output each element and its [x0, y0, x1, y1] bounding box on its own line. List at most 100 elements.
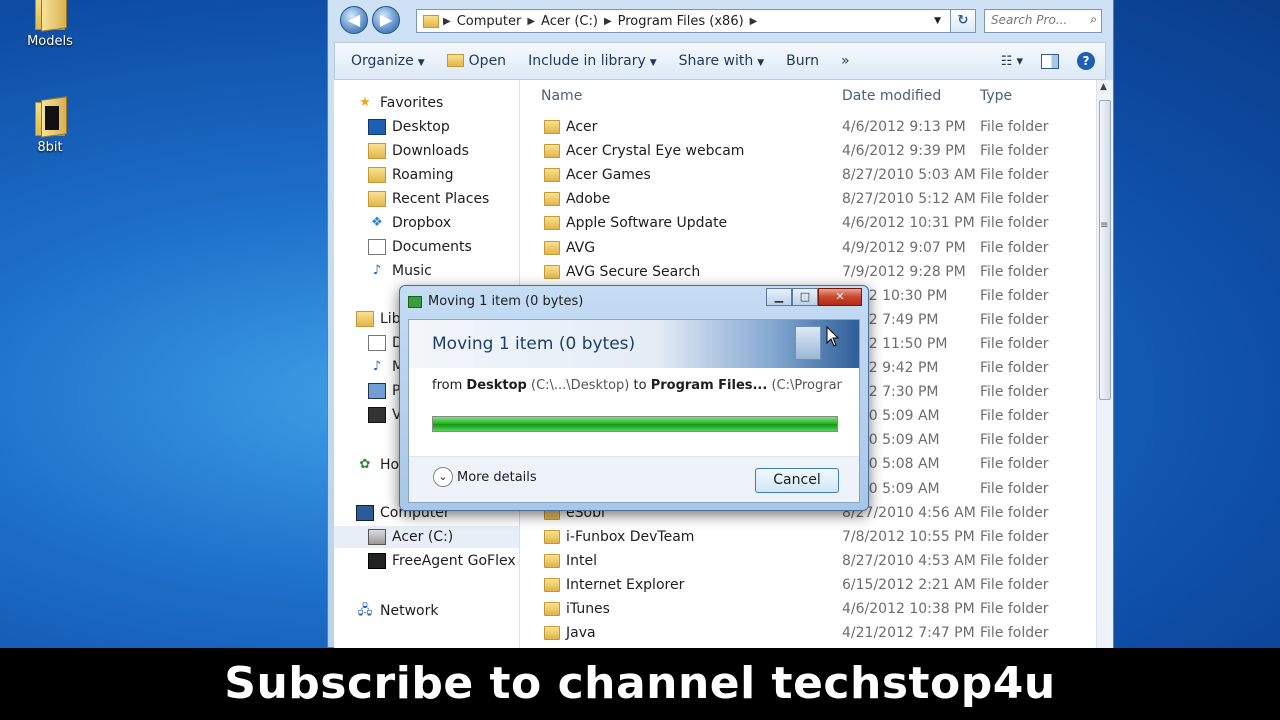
subscribe-banner: Subscribe to channel techstop4u — [0, 648, 1280, 720]
nav-recent-places[interactable]: Recent Places — [368, 188, 489, 210]
file-type: File folder — [980, 625, 1049, 642]
nav-music[interactable]: ♪ Music — [368, 260, 432, 282]
file-row[interactable]: AVG Secure Search 7/9/2012 9:28 PM File fo… — [520, 261, 1096, 285]
file-row[interactable]: Acer Games 8/27/2010 5:03 AM File folder — [520, 164, 1096, 188]
desktop-icon-models[interactable]: Models — [10, 0, 90, 49]
from-label: from — [432, 378, 463, 393]
nav-desktop[interactable]: Desktop — [368, 116, 450, 138]
desktop-icon-8bit[interactable]: 8bit — [10, 96, 90, 155]
downloads-folder-icon — [368, 143, 386, 159]
file-type: File folder — [980, 167, 1049, 184]
burn-button[interactable]: Burn — [775, 53, 830, 69]
star-icon: ★ — [359, 95, 371, 110]
organize-button[interactable]: Organize ▼ — [335, 53, 436, 69]
file-type: File folder — [980, 432, 1049, 449]
file-date: 8/27/2010 5:03 AM — [842, 167, 976, 184]
open-button[interactable]: Open — [436, 53, 517, 69]
file-name: AVG — [566, 239, 596, 256]
close-button[interactable]: ✕ — [818, 288, 862, 306]
folder-icon — [544, 216, 560, 231]
desktop-icon-label: 8bit — [37, 140, 63, 155]
include-in-library-button[interactable]: Include in library ▼ — [517, 53, 668, 69]
nav-library-documents[interactable]: D — [368, 332, 403, 354]
file-row[interactable]: Java 4/21/2012 7:47 PM File folder — [520, 622, 1096, 646]
minimize-button[interactable]: ▁ — [766, 288, 792, 306]
desktop-icon — [368, 119, 386, 135]
file-type: File folder — [980, 335, 1049, 352]
file-name: i-Funbox DevTeam — [566, 528, 695, 545]
nav-freeagent-drive[interactable]: FreeAgent GoFlex Dr — [368, 550, 519, 572]
folder-icon — [544, 120, 560, 134]
more-commands-button[interactable]: » — [830, 53, 861, 69]
destination-name[interactable]: Program Files... — [651, 378, 768, 393]
file-type: File folder — [980, 576, 1049, 593]
chevron-right-icon: ▶ — [603, 15, 612, 27]
scrollbar-thumb[interactable] — [1099, 100, 1111, 400]
progress-fill — [433, 417, 837, 431]
vertical-scrollbar[interactable]: ▲ ≡ — [1096, 80, 1113, 648]
back-button[interactable]: ◀ — [340, 6, 368, 34]
search-placeholder: Search Pro... — [991, 13, 1068, 27]
search-input[interactable]: Search Pro... ⌕ — [984, 9, 1102, 33]
chevron-down-icon[interactable]: ▼ — [934, 16, 941, 26]
homegroup-icon: ✿ — [359, 457, 371, 472]
file-type: File folder — [980, 552, 1049, 569]
banner-text: Subscribe to channel techstop4u — [224, 658, 1056, 709]
folder-icon — [423, 14, 439, 28]
dialog-footer: ⌄ More details Cancel — [409, 456, 859, 502]
scroll-up-icon[interactable]: ▲ — [1100, 82, 1107, 92]
refresh-button[interactable]: ↻ — [950, 9, 976, 33]
file-row[interactable]: i-Funbox DevTeam 7/8/2012 10:55 PM File fo… — [520, 526, 1096, 550]
nav-network[interactable]: 🖧 Network — [356, 600, 439, 622]
breadcrumb-drive[interactable]: Acer (C:) — [541, 14, 598, 29]
file-row[interactable]: Internet Explorer 6/15/2012 2:21 AM File f… — [520, 574, 1096, 598]
file-row[interactable]: iTunes 4/6/2012 10:38 PM File folder — [520, 598, 1096, 622]
file-row[interactable]: AVG 4/9/2012 9:07 PM File folder — [520, 237, 1096, 261]
transfer-description: from Desktop (C:\...\Desktop) to Program… — [432, 378, 842, 393]
file-operation-dialog: Moving 1 item (0 bytes) ▁ □ ✕ Moving 1 i… — [399, 285, 869, 511]
nav-favorites[interactable]: ★ Favorites — [356, 92, 443, 114]
nav-dropbox[interactable]: ❖ Dropbox — [368, 212, 451, 234]
chevron-right-icon: ▶ — [749, 15, 758, 27]
file-date: 7/8/2012 10:55 PM — [842, 528, 975, 545]
address-input[interactable]: ▶ Computer ▶ Acer (C:) ▶ Program Files (… — [416, 9, 976, 33]
chevron-down-icon: ▼ — [757, 58, 765, 68]
external-drive-icon — [368, 553, 386, 569]
music-icon: ♪ — [372, 263, 382, 278]
help-icon[interactable]: ? — [1077, 52, 1095, 70]
source-name[interactable]: Desktop — [466, 378, 526, 393]
file-row[interactable]: Apple Software Update 4/6/2012 10:31 PM Fi… — [520, 212, 1096, 236]
share-with-button[interactable]: Share with ▼ — [668, 53, 775, 69]
file-row[interactable]: Acer Crystal Eye webcam 4/6/2012 9:39 PM F… — [520, 140, 1096, 164]
cancel-button[interactable]: Cancel — [755, 468, 839, 493]
source-path: (C:\...\Desktop) — [531, 378, 630, 393]
folder-icon — [544, 577, 560, 592]
breadcrumb-folder[interactable]: Program Files (x86) — [618, 14, 744, 29]
forward-button[interactable]: ▶ — [372, 6, 400, 34]
file-row[interactable]: Adobe 8/27/2010 5:12 AM File folder — [520, 188, 1096, 212]
recent-places-icon — [368, 191, 386, 207]
maximize-button[interactable]: □ — [792, 288, 818, 306]
file-type: File folder — [980, 311, 1049, 328]
preview-pane-icon[interactable] — [1041, 53, 1059, 69]
destination-path: (C:\Program File — [771, 378, 842, 393]
nav-roaming[interactable]: Roaming — [368, 164, 454, 186]
view-options-icon[interactable]: ☷ ▾ — [1001, 54, 1023, 69]
file-date: 4/6/2012 10:31 PM — [842, 215, 975, 232]
nav-acer-drive[interactable]: Acer (C:) — [334, 526, 519, 548]
folder-icon — [544, 529, 560, 544]
file-type: File folder — [980, 143, 1049, 160]
file-row[interactable]: Acer 4/6/2012 9:13 PM File folder — [520, 116, 1096, 140]
column-header-name[interactable]: Name — [541, 88, 582, 104]
nav-downloads[interactable]: Downloads — [368, 140, 469, 162]
file-type: File folder — [980, 191, 1049, 208]
more-details-toggle[interactable]: ⌄ More details — [433, 467, 537, 487]
nav-library-pictures[interactable]: P — [368, 380, 400, 402]
column-header-date[interactable]: Date modified — [842, 88, 941, 104]
column-header-type[interactable]: Type — [980, 88, 1012, 104]
file-row[interactable]: Intel 8/27/2010 4:53 AM File folder — [520, 550, 1096, 574]
nav-documents[interactable]: Documents — [368, 236, 472, 258]
file-date: 8/27/2010 4:53 AM — [842, 552, 976, 569]
file-name: Adobe — [566, 191, 611, 208]
breadcrumb-computer[interactable]: Computer — [457, 14, 522, 29]
